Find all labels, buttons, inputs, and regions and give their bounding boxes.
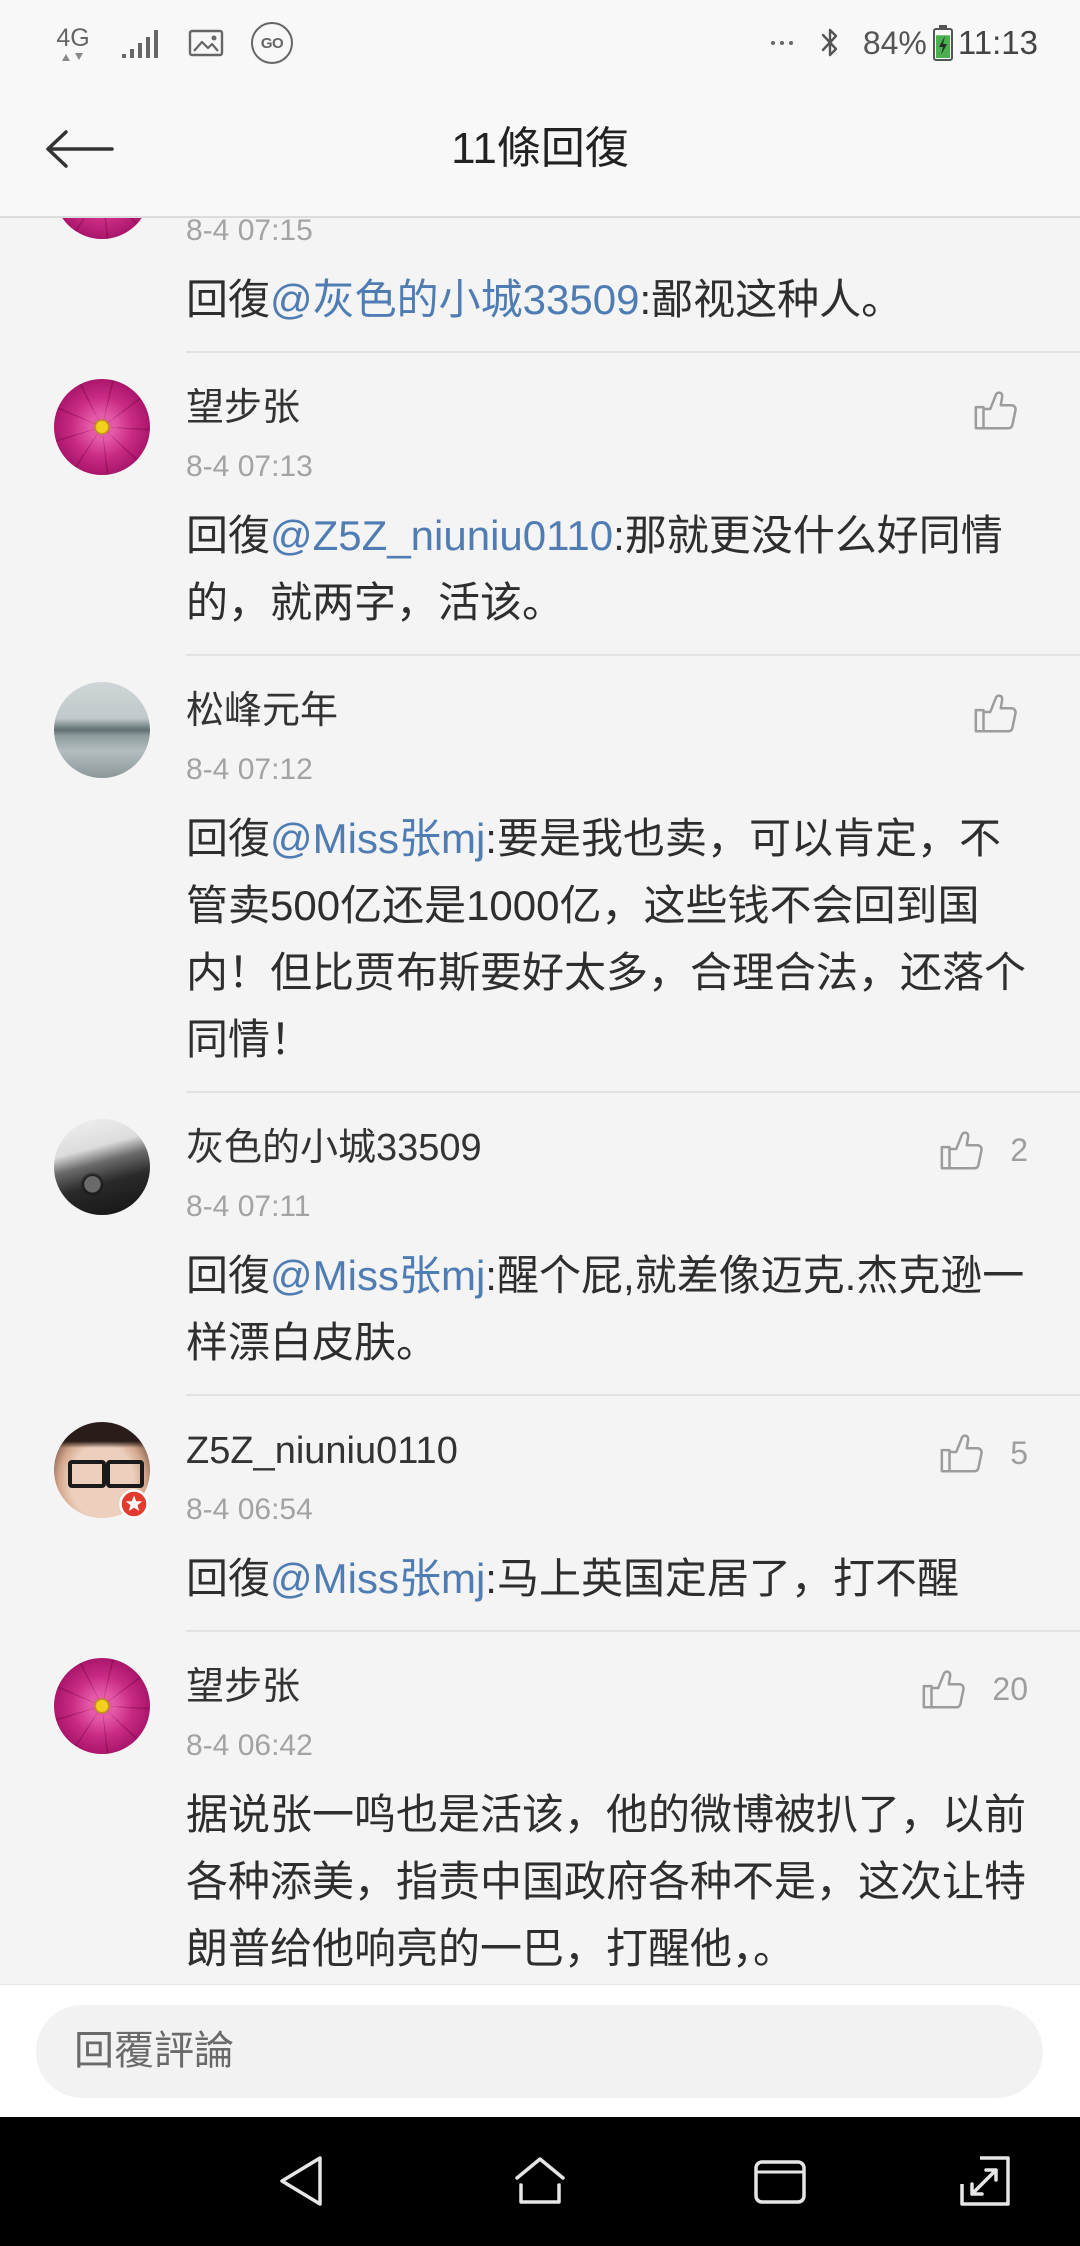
comment-text: 回復@灰色的小城33509:鄙视这种人。	[186, 266, 1028, 333]
status-right: 84% 11:13	[769, 0, 1038, 86]
mention-link[interactable]: @Miss张mj	[270, 1252, 485, 1299]
comment-time: 8-4 06:54	[186, 1493, 313, 1526]
comment-item: 20 望步张 8-4 06:42 据说张一鸣也是活该，他的微博被扒了，以前各种添…	[0, 1632, 1080, 1984]
reply-prefix: 回復	[186, 512, 271, 559]
nav-back-icon[interactable]	[276, 2153, 326, 2209]
like-button[interactable]: 5	[938, 1430, 1028, 1476]
like-button[interactable]	[972, 690, 1018, 736]
network-4g-icon: 4G	[56, 21, 90, 65]
comment-time: 8-4 07:12	[186, 753, 313, 786]
like-button[interactable]: 2	[938, 1127, 1028, 1173]
commenter-name[interactable]: Z5Z_niuniu0110	[186, 1422, 1028, 1480]
comment-time: 8-4 07:15	[186, 218, 313, 247]
image-notification-icon	[188, 29, 224, 57]
comment-item: 松峰元年 8-4 07:12 回復@Miss张mj:要是我也卖，可以肯定，不管卖…	[0, 656, 1080, 1093]
reply-comment-input[interactable]	[36, 2005, 1043, 2098]
reply-prefix: 回復	[186, 815, 271, 862]
signal-strength-icon	[122, 30, 158, 58]
comment-body: 据说张一鸣也是活该，他的微博被扒了，以前各种添美，指责中国政府各种不是，这次让特…	[186, 1791, 1027, 1972]
comment-body: :鄙视这种人。	[639, 276, 904, 323]
network-type: 4G	[56, 24, 90, 52]
comment-text: 回復@Miss张mj:醒个屁,就差像迈克.杰克逊一样漂白皮肤。	[186, 1242, 1028, 1376]
comment-item: 5 Z5Z_niuniu0110 8-4 06:54 回復@Miss张mj:马上…	[0, 1396, 1080, 1632]
reply-bar	[0, 1984, 1080, 2117]
comment-text: 回復@Miss张mj:马上英国定居了，打不醒	[186, 1545, 1028, 1612]
reply-prefix: 回復	[186, 1252, 271, 1299]
thumbs-up-icon[interactable]	[972, 387, 1018, 433]
commenter-name[interactable]: 望步张	[186, 379, 1028, 437]
comment-time: 8-4 07:11	[186, 1190, 311, 1223]
comment-item: 望步张 8-4 07:13 回復@Z5Z_niuniu0110:那就更没什么好同…	[0, 353, 1080, 656]
nav-recents-icon[interactable]	[752, 2156, 808, 2206]
comment-text: 回復@Miss张mj:要是我也卖，可以肯定，不管卖500亿还是1000亿，这些钱…	[186, 805, 1028, 1073]
more-notifications-icon	[770, 41, 793, 45]
mention-link[interactable]: @Z5Z_niuniu0110	[270, 512, 613, 559]
comment-body: :马上英国定居了，打不醒	[485, 1555, 959, 1602]
commenter-name[interactable]: 灰色的小城33509	[186, 1119, 1028, 1177]
clock: 11:13	[957, 24, 1038, 61]
avatar[interactable]	[54, 1119, 150, 1215]
go-badge-label: GO	[260, 34, 284, 52]
thumbs-up-icon[interactable]	[920, 1666, 966, 1712]
reply-prefix: 回復	[186, 1555, 271, 1602]
status-left: 4G GO	[56, 0, 293, 86]
go-app-icon: GO	[251, 22, 293, 64]
mention-link[interactable]: @Miss张mj	[270, 815, 485, 862]
comment-time: 8-4 07:13	[186, 450, 313, 483]
avatar[interactable]	[54, 218, 150, 239]
bluetooth-icon	[821, 28, 838, 57]
thumbs-up-icon[interactable]	[972, 690, 1018, 736]
avatar[interactable]	[54, 379, 150, 475]
data-arrows-icon	[62, 53, 83, 61]
like-count: 2	[1010, 1132, 1028, 1168]
like-count: 5	[1010, 1435, 1028, 1471]
like-count: 20	[992, 1671, 1028, 1707]
reply-prefix: 回復	[186, 276, 271, 323]
system-nav-bar	[0, 2117, 1080, 2246]
thumbs-up-icon[interactable]	[938, 1430, 984, 1476]
mention-link[interactable]: @Miss张mj	[270, 1555, 485, 1602]
status-bar: 4G GO 84% 11:13	[0, 0, 1080, 86]
commenter-name[interactable]: 望步张	[186, 1658, 1028, 1716]
battery-charging-icon	[932, 25, 953, 61]
nav-screen-expand-icon[interactable]	[958, 2154, 1012, 2208]
region-flag-badge-icon	[119, 1489, 149, 1519]
comment-text: 据说张一鸣也是活该，他的微博被扒了，以前各种添美，指责中国政府各种不是，这次让特…	[186, 1781, 1028, 1982]
page-title: 11條回復	[451, 124, 629, 173]
avatar[interactable]	[54, 682, 150, 778]
mention-link[interactable]: @灰色的小城33509	[270, 276, 639, 323]
comment-item: 2 灰色的小城33509 8-4 07:11 回復@Miss张mj:醒个屁,就差…	[0, 1093, 1080, 1396]
header: 11條回復	[0, 86, 1080, 218]
comment-item: 8-4 07:15 回復@灰色的小城33509:鄙视这种人。	[0, 218, 1080, 353]
like-button[interactable]: 20	[920, 1666, 1028, 1712]
avatar[interactable]	[54, 1658, 150, 1754]
nav-home-icon[interactable]	[511, 2154, 569, 2208]
thumbs-up-icon[interactable]	[938, 1127, 984, 1173]
like-button[interactable]	[972, 387, 1018, 433]
comment-time: 8-4 06:42	[186, 1729, 313, 1762]
comment-list[interactable]: 8-4 07:15 回復@灰色的小城33509:鄙视这种人。 望步张 8-4 0…	[0, 218, 1080, 1984]
commenter-name[interactable]: 松峰元年	[186, 682, 1028, 740]
battery-percent: 84%	[862, 25, 927, 61]
comment-text: 回復@Z5Z_niuniu0110:那就更没什么好同情的，就两字，活该。	[186, 502, 1028, 636]
